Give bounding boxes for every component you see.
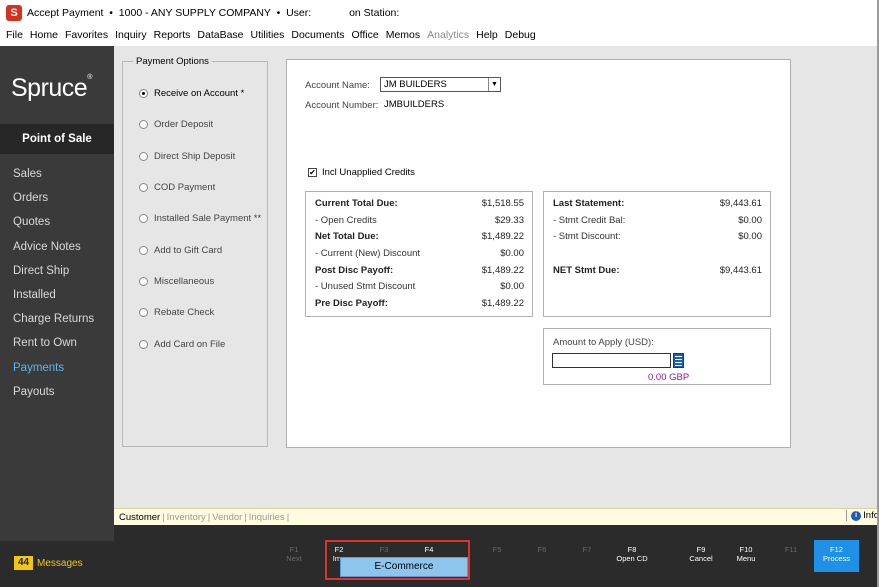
sidebar-item-orders[interactable]: Orders [13,191,94,215]
table-row: - Open Credits $29.33 [315,215,524,226]
totals-table: Current Total Due: $1,518.55 - Open Credi… [305,191,533,317]
ecommerce-menu-item[interactable]: E-Commerce [340,557,468,577]
table-row: - Stmt Credit Bal: $0.00 [553,215,762,226]
menu-inquiry[interactable]: Inquiry [115,29,147,41]
menu-memos[interactable]: Memos [386,29,420,41]
table-row: Current Total Due: $1,518.55 [315,198,524,209]
account-name-value: JM BUILDERS [384,79,447,90]
account-name-label: Account Name: [305,80,370,91]
menu-office[interactable]: Office [351,29,378,41]
table-row: - Current (New) Discount $0.00 [315,248,524,259]
table-row: - Stmt Discount: $0.00 [553,231,762,242]
radio-add-to-gift-card[interactable]: Add to Gift Card [139,245,222,256]
menu-reports[interactable]: Reports [154,29,191,41]
payment-options-legend: Payment Options [133,56,212,67]
info-button[interactable]: i Info [846,510,879,521]
radio-icon [139,340,148,349]
table-row: Net Total Due: $1,489.22 [315,231,524,242]
section-title: Point of Sale [0,124,114,154]
spruce-logo: Spruce® [11,74,92,102]
menu-analytics: Analytics [427,29,470,41]
radio-icon [139,120,148,129]
menu-favorites[interactable]: Favorites [65,29,108,41]
f5-button: F5 [492,545,502,554]
radio-icon [139,277,148,286]
radio-cod-payment[interactable]: COD Payment [139,182,215,193]
converted-amount: 0.00 GBP [648,372,690,383]
amount-to-apply-label: Amount to Apply (USD): [553,337,654,348]
radio-receive-on-account[interactable]: Receive on Account * [139,88,244,99]
tab-customer[interactable]: Customer [119,512,160,523]
table-row: Last Statement: $9,443.61 [553,198,762,209]
menu-documents[interactable]: Documents [291,29,344,41]
sidebar-nav: Sales Orders Quotes Advice Notes Direct … [13,167,94,409]
chevron-down-icon[interactable]: ▼ [488,78,500,91]
sidebar-item-installed[interactable]: Installed [13,288,94,312]
menu-file[interactable]: File [6,29,23,41]
checkmark-icon: ✔ [308,168,317,177]
sidebar-item-advice-notes[interactable]: Advice Notes [13,240,94,264]
radio-icon [139,152,148,161]
menu-bar: File Home Favorites Inquiry Reports Data… [0,26,879,44]
title-bar: S Accept Payment • 1000 - ANY SUPPLY COM… [0,0,879,26]
bottom-tabs: Customer | Inventory | Vendor | Inquiries | … [114,508,879,525]
radio-icon [139,308,148,317]
radio-icon [139,183,148,192]
radio-icon [139,214,148,223]
sidebar-item-payments[interactable]: Payments [13,361,94,385]
info-icon: i [851,510,862,521]
radio-rebate-check[interactable]: Rebate Check [139,307,214,318]
account-number-value: JMBUILDERS [384,99,445,110]
menu-debug[interactable]: Debug [505,29,536,41]
table-row: Post Disc Payoff: $1,489.22 [315,265,524,276]
account-name-combo[interactable]: JM BUILDERS ▼ [380,77,501,92]
messages-link[interactable]: Messages [37,558,83,569]
sidebar-item-rent-to-own[interactable]: Rent to Own [13,336,94,360]
f10-menu-button[interactable]: F10 Menu [726,545,766,563]
radio-installed-sale-payment[interactable]: Installed Sale Payment ** [139,213,261,224]
f9-cancel-button[interactable]: F9 Cancel [681,545,721,563]
sidebar-item-sales[interactable]: Sales [13,167,94,191]
f6-button: F6 [537,545,547,554]
radio-miscellaneous[interactable]: Miscellaneous [139,276,214,287]
tab-inquiries[interactable]: Inquiries [249,512,285,523]
messages-count-badge[interactable]: 44 [14,556,33,570]
sidebar-item-payouts[interactable]: Payouts [13,385,94,409]
tab-vendor[interactable]: Vendor [212,512,242,523]
f11-button: F11 [784,545,798,554]
window-title: Accept Payment • 1000 - ANY SUPPLY COMPA… [27,7,400,19]
radio-icon [139,246,148,255]
f8-open-cd-button[interactable]: F8 Open CD [612,545,652,563]
table-row: Pre Disc Payoff: $1,489.22 [315,298,524,309]
calculator-icon[interactable] [673,353,684,368]
f12-process-button[interactable]: F12 Process [814,540,859,572]
sidebar-item-quotes[interactable]: Quotes [13,215,94,239]
radio-order-deposit[interactable]: Order Deposit [139,119,213,130]
payment-options-group: Payment Options Receive on Account * Ord… [122,56,268,447]
sidebar-item-direct-ship[interactable]: Direct Ship [13,264,94,288]
menu-home[interactable]: Home [30,29,58,41]
table-row: NET Stmt Due: $9,443.61 [553,265,762,276]
radio-direct-ship-deposit[interactable]: Direct Ship Deposit [139,151,235,162]
statement-table: Last Statement: $9,443.61 - Stmt Credit B… [543,191,771,317]
amount-to-apply-input[interactable] [552,353,671,368]
menu-help[interactable]: Help [476,29,498,41]
f7-button: F7 [582,545,592,554]
tab-inventory[interactable]: Inventory [167,512,206,523]
f1-next-button: F1 Next [286,545,302,563]
radio-add-card-on-file[interactable]: Add Card on File [139,339,225,350]
incl-unapplied-credits-checkbox[interactable]: ✔ Incl Unapplied Credits [308,167,415,178]
table-row: - Unused Stmt Discount $0.00 [315,281,524,292]
menu-utilities[interactable]: Utilities [251,29,285,41]
account-number-label: Account Number: [305,100,379,111]
sidebar: Spruce® Point of Sale Sales Orders Quote… [0,46,114,541]
radio-selected-icon [139,89,148,98]
menu-database[interactable]: DataBase [197,29,243,41]
sidebar-item-charge-returns[interactable]: Charge Returns [13,312,94,336]
app-logo-icon: S [6,5,22,21]
